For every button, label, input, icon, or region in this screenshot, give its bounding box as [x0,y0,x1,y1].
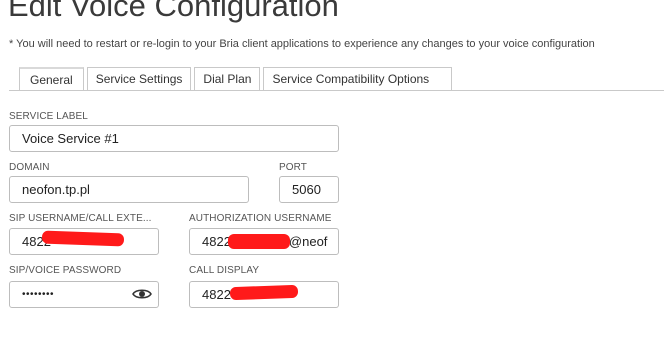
restart-note: * You will need to restart or re-login t… [9,38,595,50]
service-label-input[interactable]: Voice Service #1 [9,125,339,152]
authorization-username-suffix: @neof [288,234,328,249]
domain-input[interactable]: neofon.tp.pl [9,176,249,203]
tab-bar: General Service Settings Dial Plan Servi… [19,67,455,91]
sip-password-input[interactable]: •••••••• [9,281,159,308]
tab-dial-plan[interactable]: Dial Plan [194,67,261,91]
page-title: Edit Voice Configuration [8,0,339,23]
authorization-username-label: AUTHORIZATION USERNAME [189,213,332,224]
service-label-label: SERVICE LABEL [9,111,88,122]
domain-label: DOMAIN [9,162,50,173]
call-display-redaction [229,284,299,301]
port-input[interactable]: 5060 [279,176,339,203]
tab-divider [9,90,664,91]
call-display-value: 4822 [202,287,231,302]
tab-service-compatibility-options[interactable]: Service Compatibility Options [263,67,453,91]
authorization-username-prefix: 4822 [202,234,231,249]
tab-general[interactable]: General [19,67,84,91]
call-display-label: CALL DISPLAY [189,265,260,276]
eye-icon[interactable] [132,287,152,301]
edit-voice-configuration-page: Edit Voice Configuration * You will need… [0,0,664,353]
tab-service-settings[interactable]: Service Settings [86,67,192,91]
sip-password-value: •••••••• [22,289,55,300]
authorization-username-redaction [228,234,290,249]
sip-username-label: SIP USERNAME/CALL EXTE... [9,213,152,224]
port-label: PORT [279,162,307,173]
sip-password-label: SIP/VOICE PASSWORD [9,265,122,276]
